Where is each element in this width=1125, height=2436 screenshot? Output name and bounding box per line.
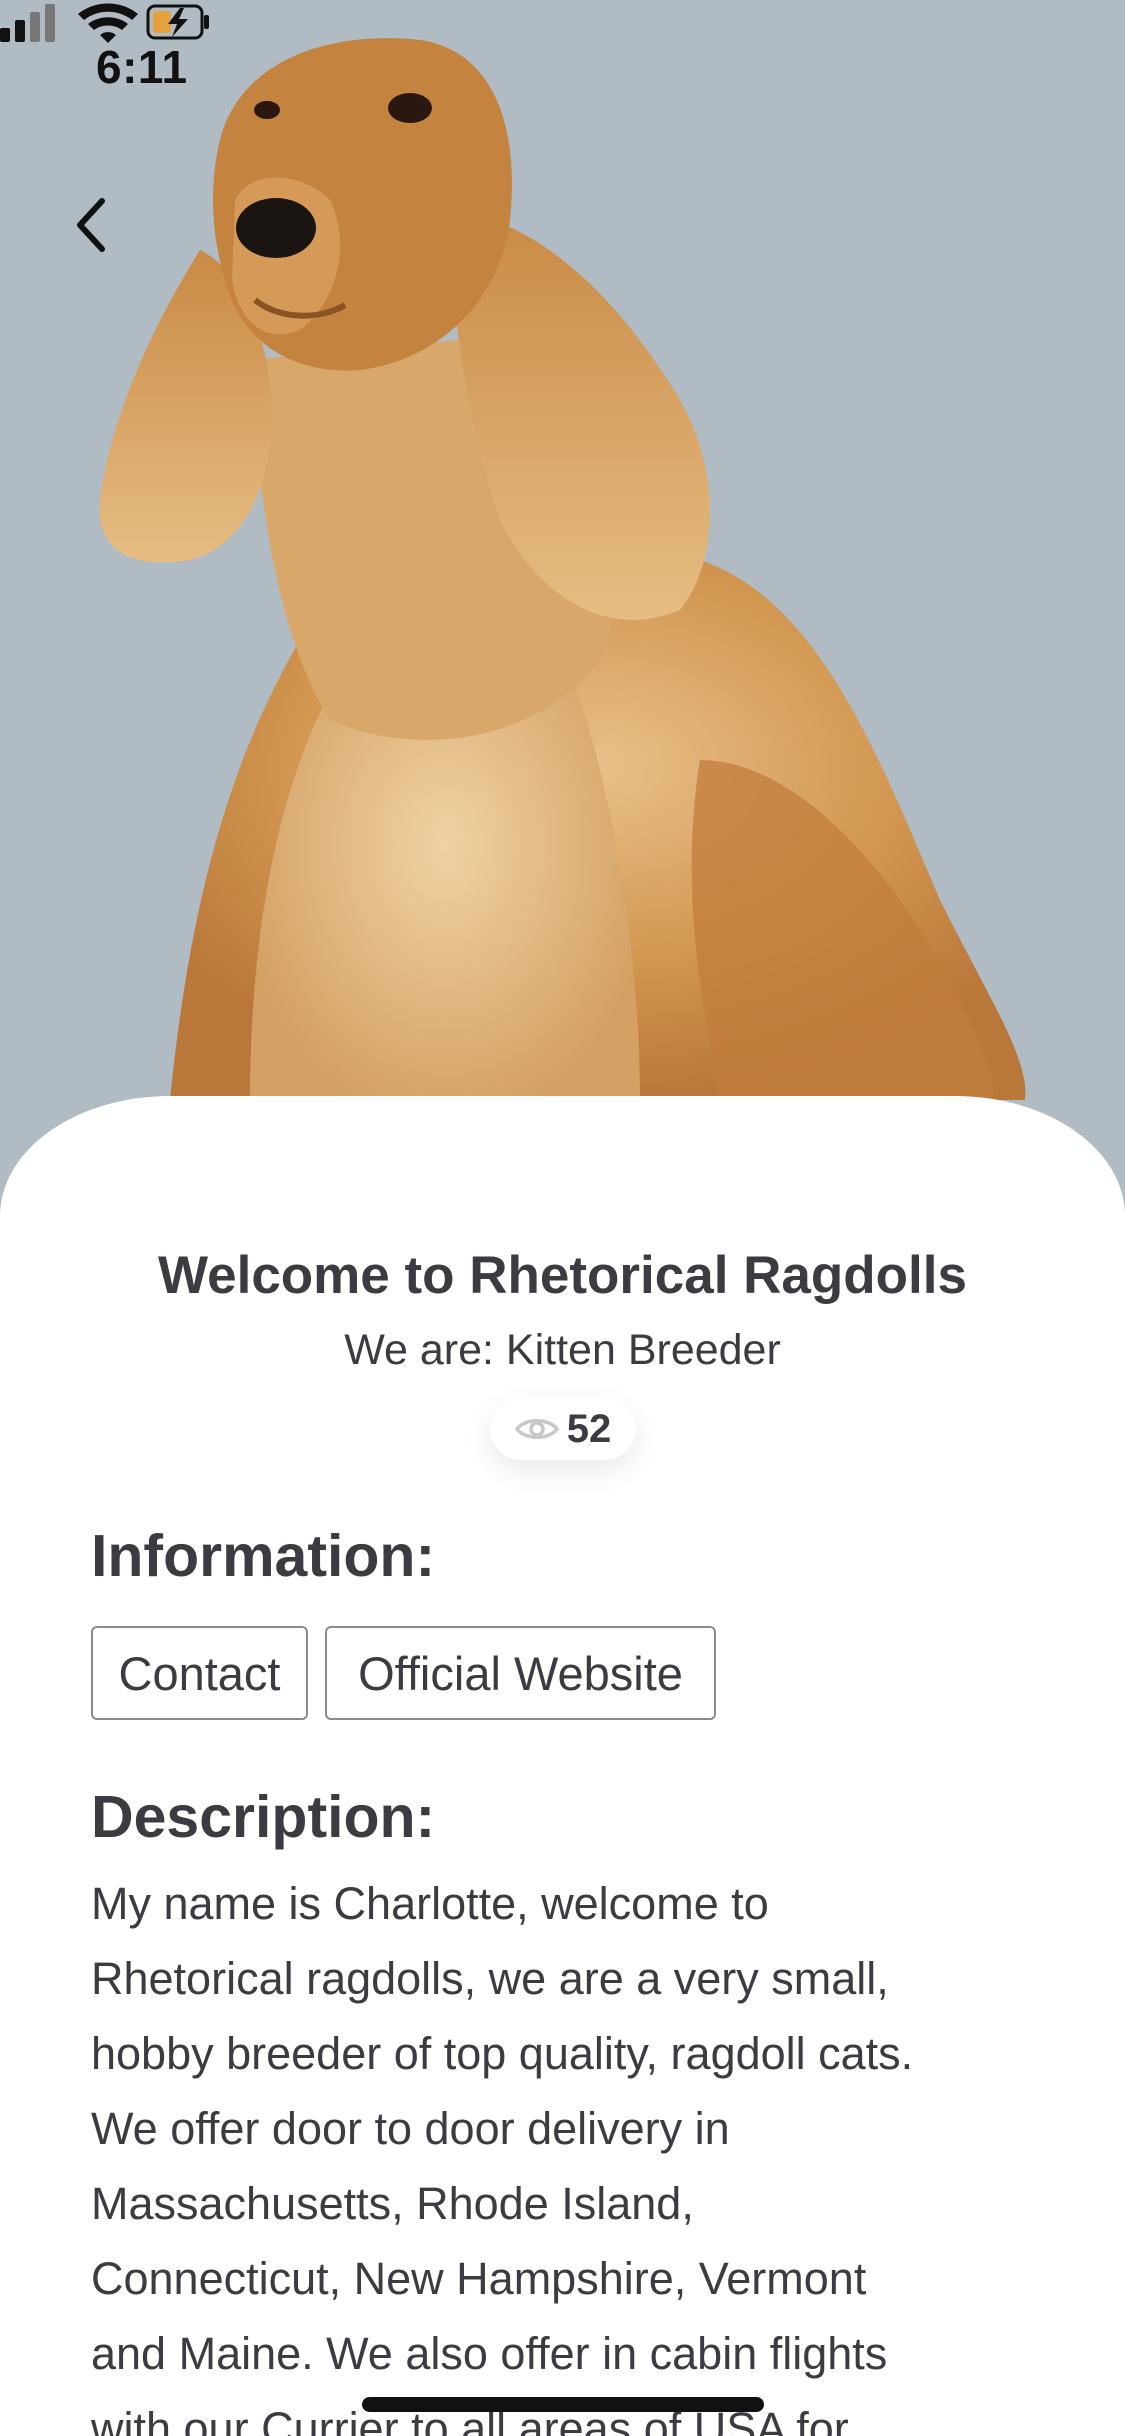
description-line: Rhetorical ragdolls, we are a very small… [91,1953,889,2004]
breeder-detail-screen: 6:11 Welcome to Rhetorical Ragdolls We a… [0,0,1125,2436]
eye-icon [514,1419,559,1439]
page-title: Welcome to Rhetorical Ragdolls [158,1246,967,1305]
description-line: Massachusetts, Rhode Island, [91,2178,694,2229]
views-count: 52 [566,1406,612,1451]
wifi-icon [78,3,138,43]
description-line: Connecticut, New Hampshire, Vermont [91,2253,867,2304]
home-indicator[interactable] [362,2397,764,2412]
description-text: My name is Charlotte, welcome to Rhetori… [91,1866,1061,2436]
official-website-button[interactable]: Official Website [325,1626,716,1720]
hero-image: 6:11 [0,0,1125,1240]
description-line: We offer door to door delivery in [91,2103,730,2154]
chevron-left-icon [77,198,105,252]
contact-button[interactable]: Contact [91,1626,308,1720]
status-time: 6:11 [96,41,188,93]
description-heading: Description: [91,1784,436,1850]
description-line: My name is Charlotte, welcome to [91,1878,769,1929]
status-icons [0,3,209,43]
views-badge: 52 [490,1398,636,1460]
description-line: hobby breeder of top quality, ragdoll ca… [91,2028,914,2079]
back-button[interactable] [70,195,140,275]
information-heading: Information: [91,1523,436,1589]
breeder-type: We are: Kitten Breeder [344,1326,781,1374]
cellular-signal-icon [0,4,55,42]
dog-photo [99,38,1026,1100]
description-line: and Maine. We also offer in cabin flight… [91,2328,888,2379]
battery-charging-icon [146,4,209,40]
